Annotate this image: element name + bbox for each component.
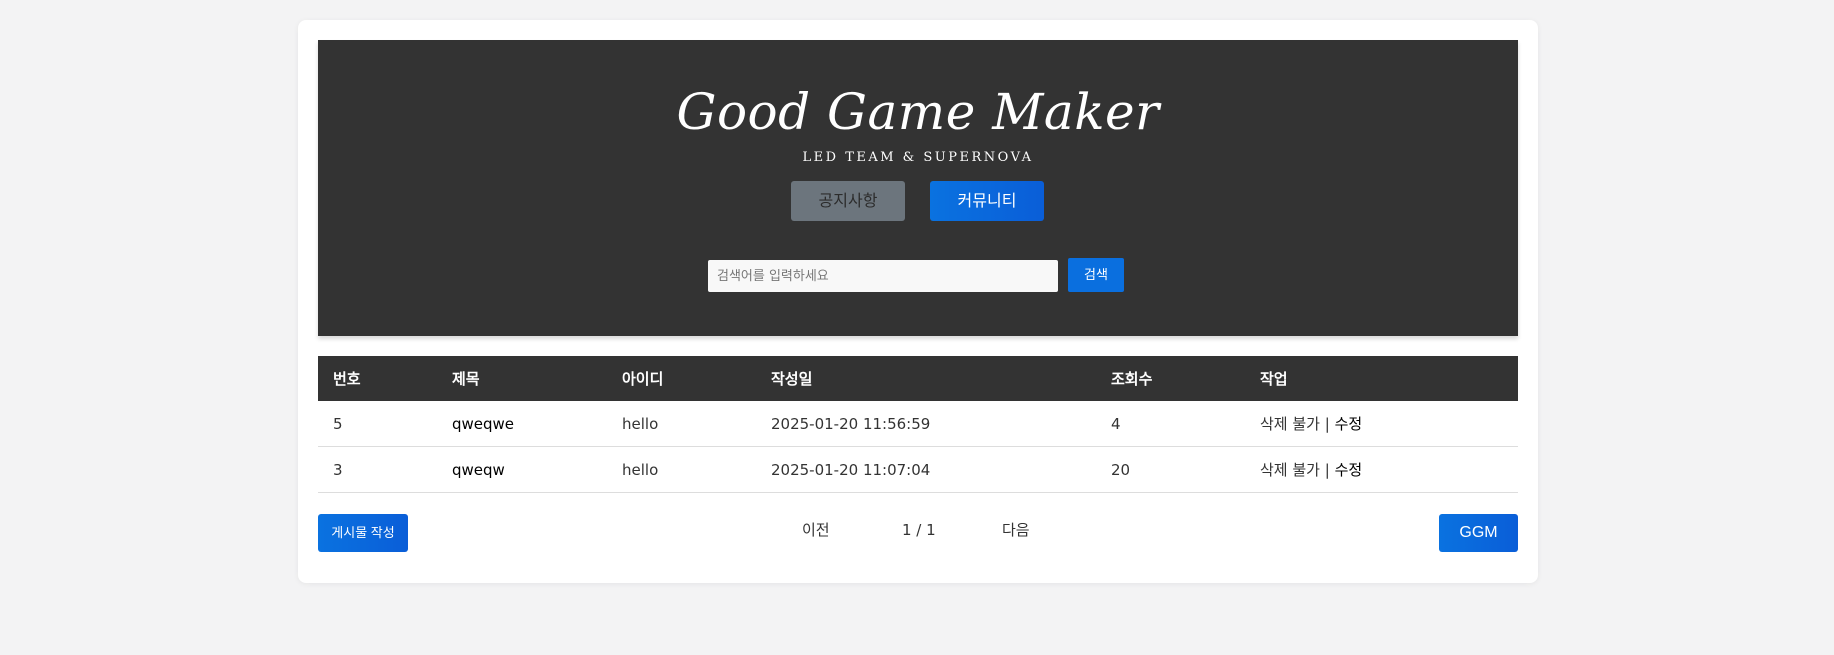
- board-card: Good Game Maker LED TEAM & SUPERNOVA 공지사…: [298, 20, 1538, 583]
- post-title-link[interactable]: qweqwe: [437, 401, 607, 447]
- post-author-id: hello: [607, 446, 756, 493]
- column-header-views: 조회수: [1096, 356, 1245, 401]
- table-header-row: 번호 제목 아이디 작성일 조회수 작업: [318, 356, 1518, 401]
- delete-unavailable-label: 삭제 불가: [1260, 415, 1320, 433]
- site-logo-title[interactable]: Good Game Maker: [318, 84, 1518, 140]
- post-number: 5: [318, 401, 437, 447]
- action-separator: |: [1319, 461, 1335, 479]
- post-number: 3: [318, 446, 437, 493]
- column-header-date: 작성일: [756, 356, 1096, 401]
- delete-unavailable-label: 삭제 불가: [1260, 461, 1320, 479]
- post-author-id: hello: [607, 401, 756, 447]
- post-views: 20: [1096, 446, 1245, 493]
- search-button[interactable]: 검색: [1068, 258, 1124, 292]
- column-header-actions: 작업: [1245, 356, 1518, 401]
- post-date: 2025-01-20 11:56:59: [756, 401, 1096, 447]
- post-actions: 삭제 불가 | 수정: [1245, 446, 1518, 493]
- column-header-number: 번호: [318, 356, 437, 401]
- ggm-button[interactable]: GGM: [1439, 514, 1518, 552]
- header-banner: Good Game Maker LED TEAM & SUPERNOVA 공지사…: [318, 40, 1518, 336]
- edit-link[interactable]: 수정: [1335, 415, 1363, 433]
- column-header-title: 제목: [437, 356, 607, 401]
- write-post-button[interactable]: 게시물 작성: [318, 514, 408, 552]
- pagination-prev-button[interactable]: 이전: [802, 520, 830, 540]
- table-row: 3 qweqw hello 2025-01-20 11:07:04 20 삭제 …: [318, 446, 1518, 493]
- post-views: 4: [1096, 401, 1245, 447]
- community-nav-button[interactable]: 커뮤니티: [930, 181, 1044, 221]
- post-table: 번호 제목 아이디 작성일 조회수 작업 5 qweqwe hello 2025…: [318, 356, 1518, 493]
- post-title-link[interactable]: qweqw: [437, 446, 607, 493]
- table-row: 5 qweqwe hello 2025-01-20 11:56:59 4 삭제 …: [318, 401, 1518, 447]
- post-date: 2025-01-20 11:07:04: [756, 446, 1096, 493]
- notice-nav-button[interactable]: 공지사항: [791, 181, 905, 221]
- pagination-page-info: 1 / 1: [902, 521, 936, 539]
- edit-link[interactable]: 수정: [1335, 461, 1363, 479]
- column-header-id: 아이디: [607, 356, 756, 401]
- site-logo-subtitle: LED TEAM & SUPERNOVA: [802, 150, 1034, 165]
- pagination-next-button[interactable]: 다음: [1002, 520, 1030, 540]
- search-input[interactable]: [708, 260, 1058, 292]
- action-separator: |: [1319, 415, 1335, 433]
- post-actions: 삭제 불가 | 수정: [1245, 401, 1518, 447]
